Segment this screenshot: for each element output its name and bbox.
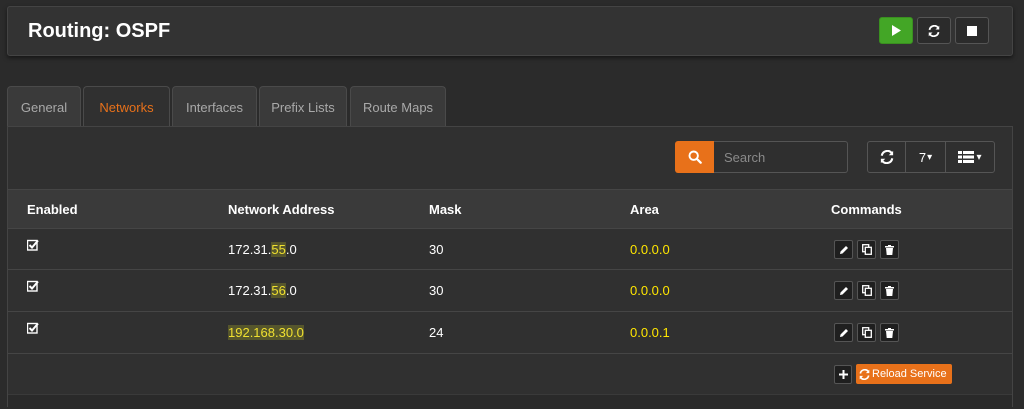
network-address: 172.31.56.0	[228, 283, 297, 298]
area: 0.0.0.0	[630, 283, 670, 298]
table-footer: Reload Service	[8, 353, 1012, 395]
mask: 24	[429, 325, 444, 340]
column-header-commands: Commands	[831, 202, 902, 217]
copy-button[interactable]	[857, 323, 876, 342]
plus-icon	[838, 370, 848, 379]
checkbox-checked-icon	[27, 239, 39, 251]
page-size-value: 7	[918, 149, 927, 165]
delete-button[interactable]	[880, 323, 899, 342]
column-header-area[interactable]: Area	[630, 202, 659, 217]
edit-button[interactable]	[834, 281, 853, 300]
columns-dropdown[interactable]: ▾	[945, 142, 994, 172]
tab-general[interactable]: General	[7, 86, 81, 127]
table-row[interactable]: 172.31.55.0 30 0.0.0.0	[8, 228, 1012, 270]
tab-prefix-lists[interactable]: Prefix Lists	[259, 86, 347, 127]
refresh-icon	[880, 150, 893, 164]
tab-networks[interactable]: Networks	[83, 86, 170, 128]
checkbox-checked-icon	[27, 280, 39, 292]
stop-service-button[interactable]	[955, 17, 989, 44]
copy-button[interactable]	[857, 240, 876, 259]
edit-button[interactable]	[834, 240, 853, 259]
tab-label: General	[20, 99, 68, 115]
page-title: Routing: OSPF	[28, 20, 171, 42]
edit-button[interactable]	[834, 323, 853, 342]
reload-service-label: Reload Service	[872, 368, 947, 380]
play-icon	[892, 25, 901, 36]
page-header: Routing: OSPF	[7, 6, 1013, 56]
edit-icon	[839, 245, 848, 254]
columns-icon	[958, 151, 975, 163]
refresh-icon	[928, 24, 940, 37]
area: 0.0.0.1	[630, 325, 670, 340]
tab-route-maps[interactable]: Route Maps	[350, 86, 446, 127]
table-row[interactable]: 172.31.56.0 30 0.0.0.0	[8, 269, 1012, 311]
delete-button[interactable]	[880, 281, 899, 300]
copy-button[interactable]	[857, 281, 876, 300]
area: 0.0.0.0	[630, 242, 670, 257]
refresh-grid-button[interactable]	[868, 142, 905, 172]
reload-service-button[interactable]: Reload Service	[856, 364, 952, 384]
delete-icon	[885, 285, 894, 296]
restart-service-button[interactable]	[917, 17, 951, 44]
column-header-network-address[interactable]: Network Address	[228, 202, 334, 217]
edit-icon	[839, 286, 848, 295]
network-address: 192.168.30.0	[228, 325, 304, 340]
page-size-dropdown[interactable]: 7 ▾	[905, 142, 945, 172]
start-service-button[interactable]	[879, 17, 913, 44]
tab-label: Prefix Lists	[271, 99, 335, 115]
search-button[interactable]	[675, 141, 714, 173]
table-header: Enabled Network Address Mask Area Comman…	[8, 189, 1012, 229]
add-network-button[interactable]	[834, 365, 852, 384]
tab-label: Networks	[99, 100, 154, 115]
networks-panel: 7▾ ▾ Enabled Network Address Mask Area C…	[7, 126, 1013, 409]
grid-toolbar: 7 ▾ ▾	[867, 141, 995, 173]
mask: 30	[429, 242, 444, 257]
column-header-mask[interactable]: Mask	[429, 202, 462, 217]
delete-icon	[885, 244, 894, 255]
copy-icon	[861, 327, 872, 338]
search-input[interactable]	[714, 141, 848, 173]
copy-icon	[861, 285, 872, 296]
delete-button[interactable]	[880, 240, 899, 259]
column-header-enabled[interactable]: Enabled	[27, 202, 78, 217]
chevron-down-icon: ▾	[976, 151, 982, 163]
copy-icon	[861, 244, 872, 255]
chevron-down-icon: ▾	[927, 151, 933, 163]
table-row[interactable]: 192.168.30.0 24 0.0.0.1	[8, 311, 1012, 353]
tab-label: Interfaces	[185, 99, 244, 115]
edit-icon	[839, 328, 848, 337]
refresh-icon	[859, 368, 870, 380]
search-icon	[688, 150, 702, 164]
tab-label: Route Maps	[362, 99, 434, 115]
stop-icon	[967, 25, 977, 36]
checkbox-checked-icon	[27, 322, 39, 334]
mask: 30	[429, 283, 444, 298]
tab-interfaces[interactable]: Interfaces	[172, 86, 257, 127]
delete-icon	[885, 327, 894, 338]
network-address: 172.31.55.0	[228, 242, 297, 257]
